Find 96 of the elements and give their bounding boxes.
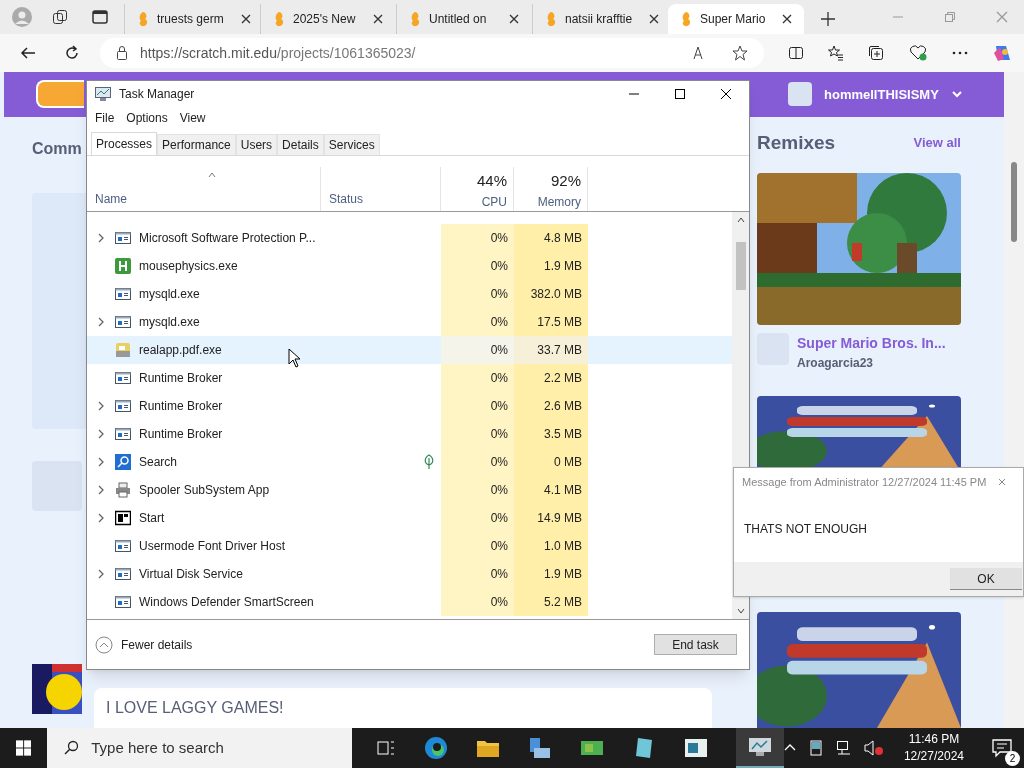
cpu-value: 0% — [490, 398, 508, 415]
ok-button[interactable]: OK — [950, 568, 1022, 590]
process-name: Virtual Disk Service — [139, 566, 243, 583]
memory-value: 1.9 MB — [544, 566, 582, 583]
process-name: Search — [139, 454, 178, 471]
username[interactable]: hommellTHISISMY — [824, 84, 939, 104]
cpu-value: 0% — [490, 454, 508, 471]
cpu-value: 0% — [490, 370, 508, 387]
section-heading: Comm — [32, 138, 82, 159]
column-header[interactable]: CPU — [481, 192, 507, 211]
fewer-details-button[interactable]: Fewer details — [95, 635, 193, 654]
cpu-value: 0% — [490, 314, 508, 331]
process-row[interactable]: Start 0% 14.9 MB — [87, 504, 733, 532]
memory-value: 5.2 MB — [544, 594, 582, 611]
address-bar[interactable]: https://scratch.mit.edu/projects/1061365023/ — [100, 38, 764, 68]
memory-value: 1.9 MB — [544, 258, 582, 275]
clock-date: 12/27/2024 — [903, 748, 964, 765]
memory-value: 0 MB — [554, 454, 582, 471]
cpu-value: 0% — [490, 482, 508, 499]
process-row[interactable]: Runtime Broker 0% 3.5 MB — [87, 420, 733, 448]
memory-value: 2.6 MB — [544, 398, 582, 415]
notification-count: 2 — [1005, 751, 1020, 766]
cpu-value: 0% — [490, 510, 508, 527]
tab-title: natsii krafftie — [565, 11, 633, 28]
cpu-value: 0% — [490, 258, 508, 275]
menu-item[interactable]: File — [95, 109, 115, 127]
process-row[interactable]: Search 0% 0 MB — [87, 448, 733, 476]
column-header[interactable]: Memory — [537, 192, 581, 211]
process-row[interactable]: Windows Defender SmartScreen 0% 5.2 MB — [87, 588, 733, 616]
column-header[interactable]: Status — [329, 190, 364, 208]
tab[interactable]: Details — [277, 134, 324, 155]
memory-value: 2.2 MB — [544, 370, 582, 387]
menu-item[interactable]: View — [179, 109, 206, 127]
process-name: Windows Defender SmartScreen — [139, 594, 314, 611]
memory-value: 3.5 MB — [544, 426, 582, 443]
tab-title: Untitled on — [429, 11, 487, 28]
process-name: Spooler SubSystem App — [139, 482, 270, 499]
process-row[interactable]: mysqld.exe 0% 17.5 MB — [87, 308, 733, 336]
process-row[interactable]: Runtime Broker 0% 2.2 MB — [87, 364, 733, 392]
process-name: mysqld.exe — [139, 314, 200, 331]
browser-tab[interactable]: Super Mario — [668, 4, 804, 34]
process-row[interactable]: Microsoft Software Protection P... 0% 4.8 MB — [87, 224, 733, 252]
memory-value: 33.7 MB — [537, 342, 582, 359]
view-all-link[interactable]: View all — [913, 133, 961, 153]
tab[interactable]: Performance — [157, 134, 236, 155]
memory-value: 17.5 MB — [537, 314, 582, 331]
memory-value: 4.8 MB — [544, 230, 582, 247]
process-row[interactable]: realapp.pdf.exe 0% 33.7 MB — [87, 336, 733, 364]
cpu-total: 44% — [476, 171, 507, 191]
cpu-value: 0% — [490, 230, 508, 247]
process-name: Runtime Broker — [139, 426, 223, 443]
memory-value: 4.1 MB — [544, 482, 582, 499]
taskbar-search-field[interactable]: Type here to search — [47, 728, 352, 768]
tab-title: truests germ — [157, 11, 224, 28]
memory-total: 92% — [550, 171, 581, 191]
dialog-message: THATS NOT ENOUGH — [744, 521, 867, 538]
cpu-value: 0% — [490, 342, 508, 359]
tab[interactable]: Users — [235, 134, 278, 155]
remix-title[interactable]: Super Mario Bros. In... — [797, 333, 946, 354]
process-name: Runtime Broker — [139, 398, 223, 415]
process-name: Microsoft Software Protection P... — [139, 230, 316, 247]
cpu-value: 0% — [490, 566, 508, 583]
search-placeholder: Type here to search — [91, 737, 224, 758]
tab-title: 2025's New — [293, 11, 356, 28]
end-task-button[interactable]: End task — [654, 634, 737, 655]
cpu-value: 0% — [490, 594, 508, 611]
process-row[interactable]: mysqld.exe 0% 382.0 MB — [87, 280, 733, 308]
remix-author[interactable]: Aroagarcia23 — [797, 354, 946, 372]
cpu-value: 0% — [490, 426, 508, 443]
process-row[interactable]: Runtime Broker 0% 2.6 MB — [87, 392, 733, 420]
memory-value: 382.0 MB — [530, 286, 582, 303]
tab[interactable]: Services — [323, 134, 380, 155]
process-row[interactable]: mousephysics.exe 0% 1.9 MB — [87, 252, 733, 280]
process-name: mysqld.exe — [139, 286, 200, 303]
process-name: Start — [139, 510, 165, 527]
process-name: Usermode Font Driver Host — [139, 538, 286, 555]
dialog-title: Message from Administrator 12/27/2024 11:45 PM — [742, 474, 987, 490]
tab[interactable]: Processes — [91, 132, 158, 155]
process-row[interactable]: Spooler SubSystem App 0% 4.1 MB — [87, 476, 733, 504]
memory-value: 1.0 MB — [544, 538, 582, 555]
process-name: mousephysics.exe — [139, 258, 238, 275]
cpu-value: 0% — [490, 286, 508, 303]
cpu-value: 0% — [490, 538, 508, 555]
process-row[interactable]: Usermode Font Driver Host 0% 1.0 MB — [87, 532, 733, 560]
tab-title: Super Mario — [700, 11, 766, 28]
comment-text: I LOVE LAGGY GAMES! — [106, 698, 284, 718]
process-name: Runtime Broker — [139, 370, 223, 387]
remixes-heading: Remixes — [757, 130, 836, 155]
process-row[interactable]: Virtual Disk Service 0% 1.9 MB — [87, 560, 733, 588]
menu-item[interactable]: Options — [126, 109, 168, 127]
window-title: Task Manager — [119, 86, 195, 103]
memory-value: 14.9 MB — [537, 510, 582, 527]
column-header[interactable]: Name — [95, 190, 312, 208]
process-name: realapp.pdf.exe — [139, 342, 222, 359]
url-text: https://scratch.mit.edu/projects/1061365023/ — [140, 43, 416, 63]
clock-time: 11:46 PM — [908, 731, 960, 748]
